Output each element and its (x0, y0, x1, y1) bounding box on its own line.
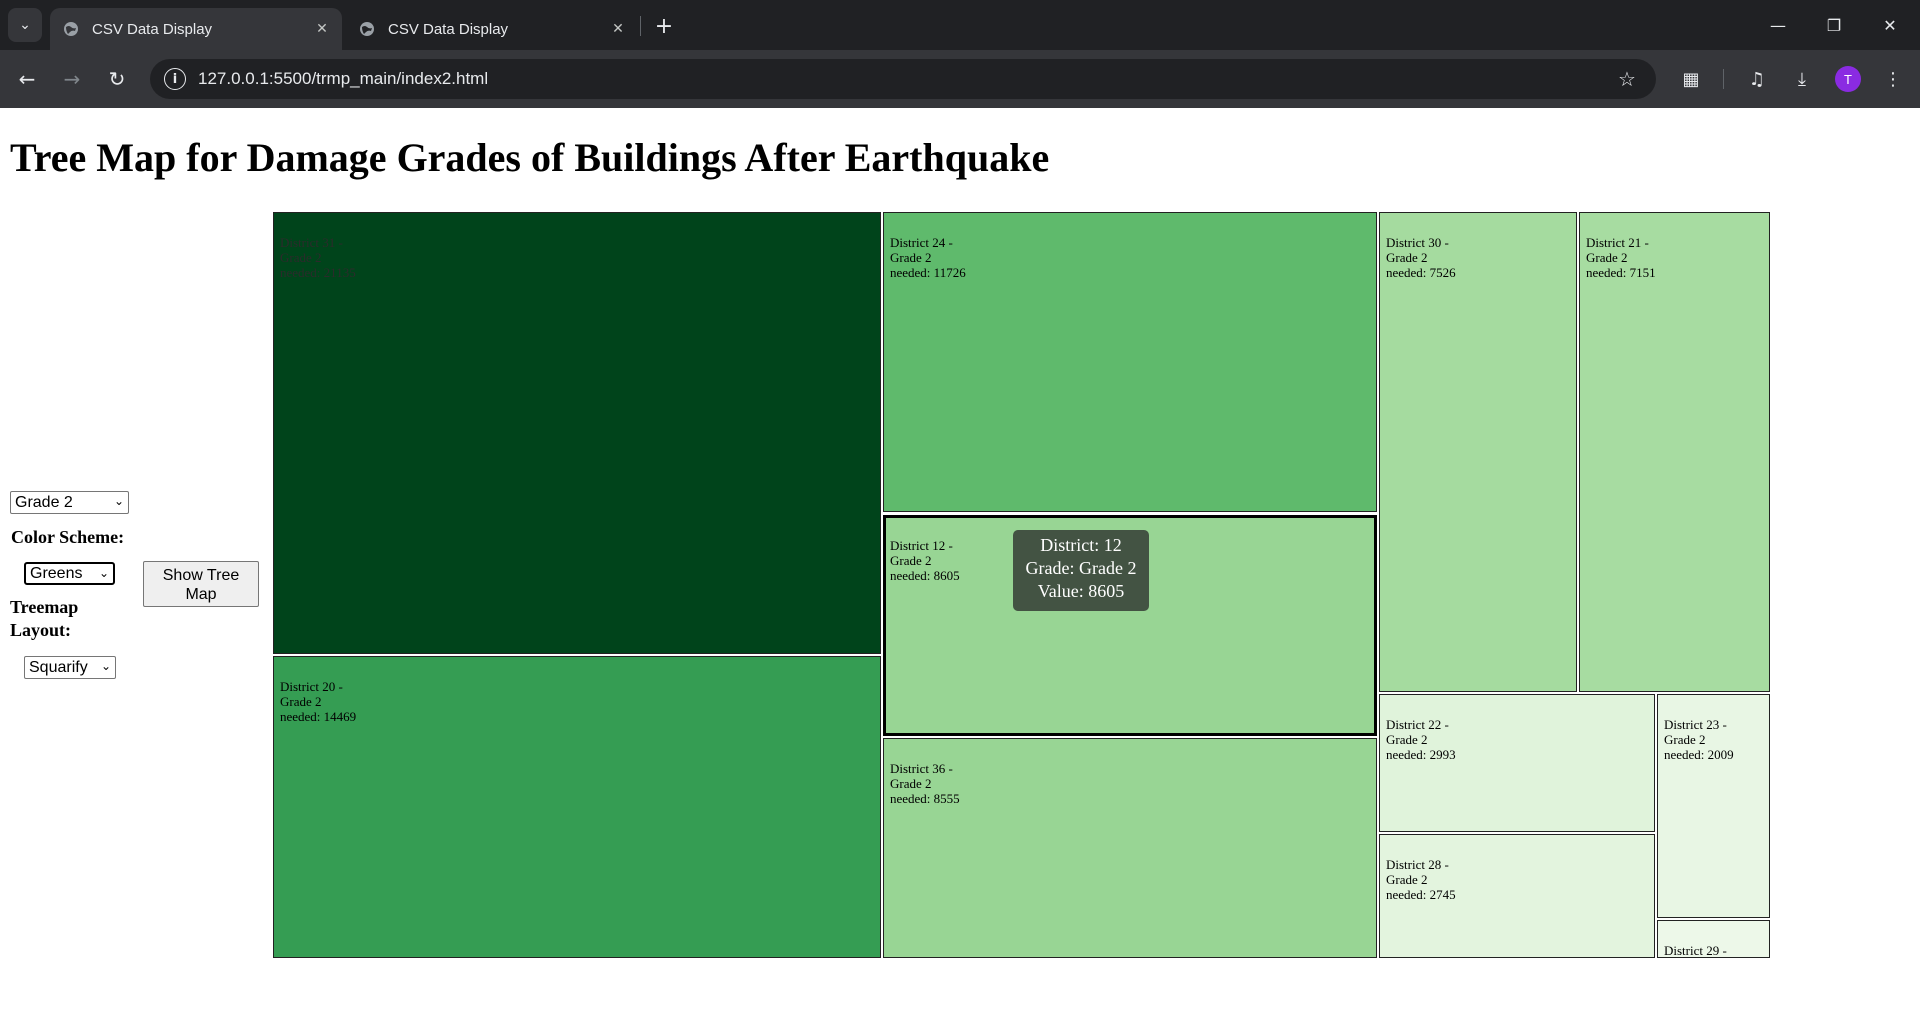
kebab-menu-icon[interactable]: ⋮ (1878, 64, 1908, 94)
browser-tab[interactable]: CSV Data Display ✕ (346, 8, 638, 50)
browser-tab-bar: ⌄ CSV Data Display ✕ CSV Data Display ✕ … (0, 0, 1920, 50)
treemap-cell-label: Grade 2 (1386, 250, 1428, 265)
treemap-cell-label: needed: 21135 (280, 265, 356, 280)
close-tab-icon[interactable]: ✕ (606, 17, 630, 41)
new-tab-plus-icon[interactable]: + (650, 12, 678, 40)
browser-toolbar: ← → ↻ i 127.0.0.1:5500/trmp_main/index2.… (0, 50, 1920, 108)
site-info-icon[interactable]: i (164, 68, 186, 90)
tab-search-chevron-icon[interactable]: ⌄ (8, 8, 42, 42)
color-scheme-value: Greens (30, 564, 83, 582)
treemap-cell-label: District 36 - (890, 761, 953, 776)
bookmark-star-icon[interactable]: ☆ (1612, 67, 1642, 91)
treemap-tooltip: District: 12 Grade: Grade 2 Value: 8605 (1013, 530, 1149, 611)
treemap-layout-select[interactable]: Squarify ⌄ (24, 656, 116, 679)
treemap-cell-label: needed: 7526 (1386, 265, 1456, 280)
tab-title: CSV Data Display (92, 20, 213, 38)
treemap-cell-label: District 22 - (1386, 717, 1449, 732)
treemap-layout-label: Treemap Layout: (10, 596, 78, 642)
treemap-cell-label: Grade 2 (1586, 250, 1628, 265)
chevron-down-icon: ⌄ (113, 494, 124, 508)
treemap-cell-label: needed: 2993 (1386, 747, 1456, 762)
tooltip-district: District: 12 (1040, 535, 1122, 555)
layout-label-line2: Layout: (10, 620, 72, 640)
url-text[interactable]: 127.0.0.1:5500/trmp_main/index2.html (198, 69, 1612, 89)
media-controls-icon[interactable]: ♫ (1742, 64, 1772, 94)
treemap-cell-label: needed: 14469 (280, 709, 357, 724)
grade-select-value: Grade 2 (15, 493, 73, 511)
treemap-cell[interactable]: District 36 - Grade 2 needed: 8555 (883, 738, 1377, 958)
tab-separator (640, 16, 641, 36)
profile-avatar[interactable]: T (1835, 66, 1861, 92)
treemap-cell[interactable]: District 31 - Grade 2 needed: 21135 (273, 212, 881, 654)
tab-title: CSV Data Display (388, 20, 509, 38)
page-title: Tree Map for Damage Grades of Buildings … (10, 135, 1050, 180)
globe-icon (62, 20, 80, 38)
chevron-down-icon: ⌄ (100, 659, 111, 673)
tooltip-grade: Grade: Grade 2 (1025, 558, 1137, 578)
treemap-cell[interactable]: District 22 - Grade 2 needed: 2993 (1379, 694, 1655, 832)
treemap-cell[interactable]: District 29 - (1657, 920, 1770, 958)
treemap-cell[interactable]: District 24 - Grade 2 needed: 11726 (883, 212, 1377, 512)
forward-arrow-icon[interactable]: → (55, 62, 89, 96)
close-tab-icon[interactable]: ✕ (310, 17, 334, 41)
treemap-cell-label: Grade 2 (280, 694, 322, 709)
treemap-cell-label: needed: 7151 (1586, 265, 1656, 280)
tooltip-value: Value: 8605 (1037, 581, 1125, 601)
treemap-cell-label: District 28 - (1386, 857, 1449, 872)
treemap-cell-label: District 30 - (1386, 235, 1449, 250)
minimize-icon[interactable]: — (1750, 0, 1806, 50)
treemap-cell-label: Grade 2 (1664, 732, 1706, 747)
treemap-cell-label: Grade 2 (890, 776, 932, 791)
toolbar-divider (1723, 69, 1724, 89)
treemap-cell-label: Grade 2 (890, 250, 932, 265)
treemap-cell-label: needed: 8555 (890, 791, 960, 806)
restore-icon[interactable]: ❐ (1806, 0, 1862, 50)
treemap-cell-label: District 24 - (890, 235, 953, 250)
treemap-cell-label: District 31 - (280, 235, 343, 250)
treemap-cell-label: Grade 2 (1386, 732, 1428, 747)
treemap-cell[interactable]: District 23 - Grade 2 needed: 2009 (1657, 694, 1770, 918)
treemap-cell-label: needed: 2745 (1386, 887, 1456, 902)
layout-label-line1: Treemap (10, 597, 79, 617)
treemap-cell[interactable]: District 28 - Grade 2 needed: 2745 (1379, 834, 1655, 958)
color-scheme-select[interactable]: Greens ⌄ (24, 562, 115, 585)
treemap-cell[interactable]: District 30 - Grade 2 needed: 7526 (1379, 212, 1577, 692)
extensions-puzzle-icon[interactable]: ▦ (1676, 64, 1706, 94)
color-scheme-label: Color Scheme: (11, 527, 125, 547)
treemap-cell-label: District 29 - (1664, 943, 1727, 958)
layout-select-value: Squarify (29, 658, 88, 676)
show-button-line2: Map (185, 586, 217, 603)
close-window-icon[interactable]: ✕ (1862, 0, 1918, 50)
show-button-line1: Show Tree (162, 567, 240, 584)
grade-select[interactable]: Grade 2 ⌄ (10, 491, 129, 514)
address-bar[interactable]: i 127.0.0.1:5500/trmp_main/index2.html ☆ (150, 59, 1656, 99)
globe-icon (358, 20, 376, 38)
reload-icon[interactable]: ↻ (100, 62, 134, 96)
chevron-down-icon: ⌄ (98, 566, 109, 580)
treemap-cell-label: Grade 2 (280, 250, 322, 265)
treemap-cell[interactable]: District 21 - Grade 2 needed: 7151 (1579, 212, 1770, 692)
treemap-cell-label: District 21 - (1586, 235, 1649, 250)
treemap-cell-label: Grade 2 (1386, 872, 1428, 887)
treemap-cell-label: needed: 11726 (890, 265, 966, 280)
browser-tab-active[interactable]: CSV Data Display ✕ (50, 8, 342, 50)
download-icon[interactable]: ⤓ (1787, 64, 1817, 94)
back-arrow-icon[interactable]: ← (10, 62, 44, 96)
treemap-cell-label: District 23 - (1664, 717, 1727, 732)
treemap-cell-label: District 20 - (280, 679, 343, 694)
show-tree-map-button[interactable]: Show Tree Map (143, 561, 259, 607)
treemap-cell-label: needed: 2009 (1664, 747, 1734, 762)
treemap-cell[interactable]: District 20 - Grade 2 needed: 14469 (273, 656, 881, 958)
